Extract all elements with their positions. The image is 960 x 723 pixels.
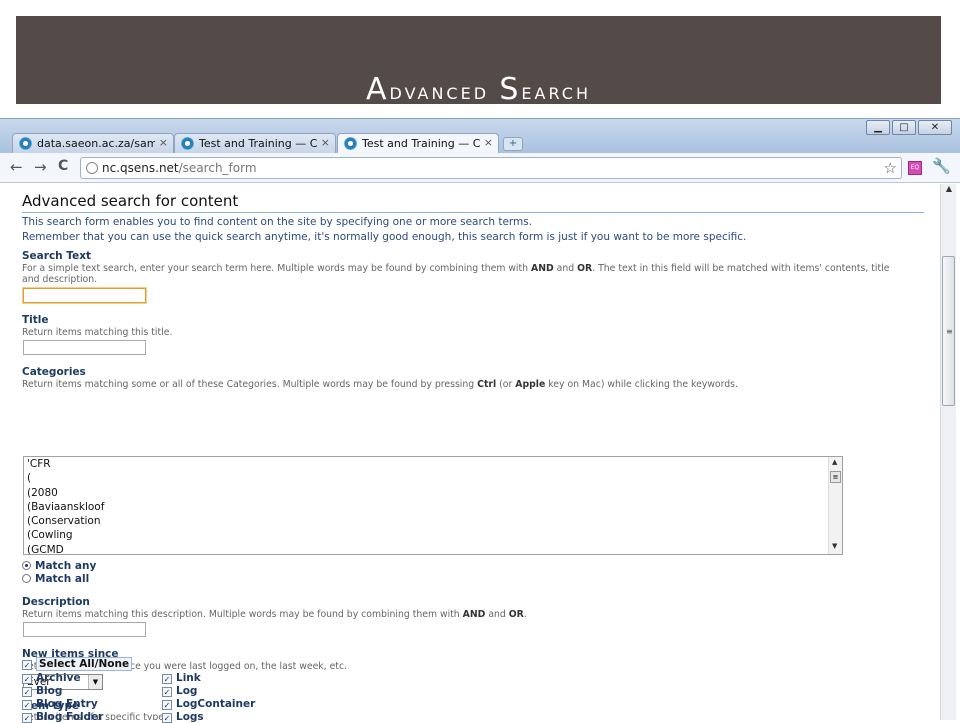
bookmark-star-icon[interactable]: ☆ [884,159,897,177]
scroll-up-icon[interactable]: ▲ [832,458,837,466]
listbox-scrollbar[interactable]: ▲ ≡ ▼ [828,457,842,554]
select-all-checkbox[interactable]: ✓ Select All/None [22,657,133,671]
slide-title: Advanced Search [366,72,591,107]
back-arrow-icon[interactable]: ← [10,158,23,176]
scroll-down-icon[interactable]: ▼ [832,542,837,550]
listbox-scroll-thumb[interactable]: ≡ [830,471,841,483]
category-option[interactable]: (Baviaanskloof [24,500,842,514]
category-option[interactable]: (2080 [24,486,842,500]
tab-label: Test and Training — CoGIS [362,137,480,150]
new-tab-button[interactable]: + [503,137,523,151]
description-input[interactable] [23,622,146,637]
maximize-button[interactable]: □ [892,120,916,135]
radio-unselected-icon[interactable] [22,574,31,583]
page-scroll-thumb[interactable]: ≡ [942,256,955,406]
radio-selected-icon[interactable] [22,561,31,570]
browser-toolbar: ← → C nc.qsens.net/search_form ☆ EQ 🔧 [0,153,960,183]
match-any-option[interactable]: Match any [22,560,96,572]
window-controls: ▁ □ ✕ [864,120,952,135]
item-type-checkbox[interactable]: ✓ Blog Entry [22,698,98,710]
site-favicon-icon [19,137,32,150]
categories-label: Categories [22,366,86,378]
site-favicon-icon [181,137,194,150]
tab-close-icon[interactable]: × [159,136,168,149]
checkbox-checked-icon[interactable]: ✓ [22,674,32,684]
category-option[interactable]: (GCMD [24,543,842,554]
intro-text: Remember that you can use the quick sear… [22,231,747,243]
categories-listbox[interactable]: 'CFR ( (2080 (Baviaanskloof (Conservatio… [23,456,843,555]
search-text-label: Search Text [22,250,91,262]
description-help: Return items matching this description. … [22,609,527,620]
chevron-down-icon[interactable]: ▼ [88,675,102,689]
page-info-icon[interactable] [86,162,98,174]
page-scrollbar[interactable]: ▲ ≡ [940,184,956,720]
description-label: Description [22,596,90,608]
categories-help: Return items matching some or all of the… [22,379,738,390]
category-option[interactable]: ( [24,471,842,485]
site-favicon-icon [344,137,357,150]
forward-arrow-icon[interactable]: → [34,158,47,176]
item-type-checkbox[interactable]: ✓ Archive [22,672,81,684]
match-all-option[interactable]: Match all [22,573,89,585]
browser-tab-active[interactable]: Test and Training — CoGIS × [337,133,499,153]
item-type-checkbox[interactable]: ✓ Link [162,672,201,684]
close-window-button[interactable]: ✕ [918,120,952,135]
checkbox-checked-icon[interactable]: ✓ [22,700,32,710]
wrench-menu-icon[interactable]: 🔧 [932,157,951,175]
item-type-checkbox[interactable]: ✓ Blog Folder [22,711,103,723]
category-option[interactable]: 'CFR [24,457,842,471]
checkbox-checked-icon[interactable]: ✓ [162,687,172,697]
reload-icon[interactable]: C [58,158,68,174]
item-type-checkbox[interactable]: ✓ Log [162,685,197,697]
search-text-help: For a simple text search, enter your sea… [22,263,890,285]
category-option[interactable]: (Cowling [24,528,842,542]
checkbox-checked-icon[interactable]: ✓ [162,700,172,710]
minimize-button[interactable]: ▁ [866,120,890,135]
checkbox-checked-icon[interactable]: ✓ [162,674,172,684]
new-items-since-help: Return items added since you were last l… [22,661,348,672]
browser-tab[interactable]: data.saeon.ac.za/sample-... × [12,133,174,153]
tab-label: Test and Training — CoGIS [199,137,317,150]
search-text-input[interactable] [23,288,146,303]
intro-text: This search form enables you to find con… [22,216,533,228]
extension-icon[interactable]: EQ [908,161,922,175]
browser-titlebar: ▁ □ ✕ data.saeon.ac.za/sample-... × Test… [0,119,960,153]
tab-close-icon[interactable]: × [484,136,493,149]
checkbox-checked-icon[interactable]: ✓ [22,660,32,670]
title-input[interactable] [23,340,146,355]
item-type-checkbox[interactable]: ✓ Logs [162,711,204,723]
page-viewport: Advanced search for content This search … [4,184,940,720]
address-bar[interactable]: nc.qsens.net/search_form ☆ [80,157,902,179]
item-type-checkbox[interactable]: ✓ LogContainer [162,698,255,710]
url-text[interactable]: nc.qsens.net/search_form [102,161,257,175]
browser-window: ▁ □ ✕ data.saeon.ac.za/sample-... × Test… [0,118,960,720]
browser-tab[interactable]: Test and Training — CoGIS × [174,133,336,153]
category-option[interactable]: (Conservation [24,514,842,528]
tab-close-icon[interactable]: × [321,136,330,149]
checkbox-checked-icon[interactable]: ✓ [162,713,172,723]
item-type-checkbox[interactable]: ✓ Blog [22,685,62,697]
item-type-help: Return items of a specific type. [22,712,167,720]
checkbox-checked-icon[interactable]: ✓ [22,687,32,697]
scroll-up-icon[interactable]: ▲ [941,184,957,198]
tab-label: data.saeon.ac.za/sample-... [37,137,155,150]
checkbox-checked-icon[interactable]: ✓ [22,713,32,723]
title-label: Title [22,314,49,326]
slide-title-banner: Advanced Search [16,16,941,107]
title-help: Return items matching this title. [22,327,173,338]
scroll-grip-icon: ≡ [946,327,953,336]
page-title: Advanced search for content [22,192,924,213]
